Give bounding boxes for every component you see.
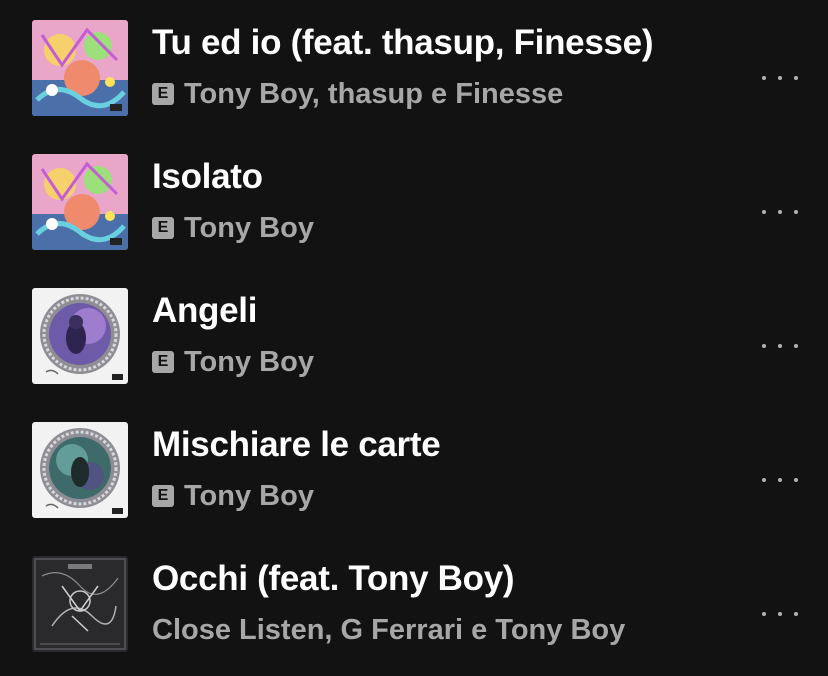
track-artists: E Tony Boy xyxy=(152,210,314,246)
dot-icon xyxy=(794,612,798,616)
dot-icon xyxy=(778,344,782,348)
track-row[interactable]: Mischiare le carte E Tony Boy xyxy=(0,422,828,542)
artist-names[interactable]: Tony Boy, thasup e Finesse xyxy=(184,76,563,112)
dot-icon xyxy=(794,76,798,80)
track-title[interactable]: Isolato xyxy=(152,154,263,200)
album-cover xyxy=(32,288,128,384)
more-options-button[interactable] xyxy=(762,68,798,88)
track-title[interactable]: Angeli xyxy=(152,288,257,334)
track-artists: E Tony Boy xyxy=(152,344,314,380)
more-options-button[interactable] xyxy=(762,202,798,222)
dot-icon xyxy=(778,478,782,482)
dot-icon xyxy=(762,612,766,616)
track-artists: E Tony Boy, thasup e Finesse xyxy=(152,76,563,112)
dot-icon xyxy=(762,76,766,80)
dot-icon xyxy=(794,210,798,214)
more-options-button[interactable] xyxy=(762,604,798,624)
artist-names[interactable]: Tony Boy xyxy=(184,344,314,380)
dot-icon xyxy=(778,612,782,616)
dot-icon xyxy=(762,210,766,214)
album-cover xyxy=(32,556,128,652)
artist-names[interactable]: Close Listen, G Ferrari e Tony Boy xyxy=(152,612,625,648)
track-artists: E Tony Boy xyxy=(152,478,314,514)
track-row[interactable]: Occhi (feat. Tony Boy) Close Listen, G F… xyxy=(0,556,828,676)
dot-icon xyxy=(794,344,798,348)
album-cover xyxy=(32,154,128,250)
more-options-button[interactable] xyxy=(762,470,798,490)
artist-names[interactable]: Tony Boy xyxy=(184,210,314,246)
track-row[interactable]: Tu ed io (feat. thasup, Finesse) E Tony … xyxy=(0,20,828,140)
track-title[interactable]: Occhi (feat. Tony Boy) xyxy=(152,556,515,602)
album-cover xyxy=(32,20,128,116)
track-list: Tu ed io (feat. thasup, Finesse) E Tony … xyxy=(0,0,828,676)
explicit-badge: E xyxy=(152,485,174,507)
explicit-badge: E xyxy=(152,351,174,373)
artist-names[interactable]: Tony Boy xyxy=(184,478,314,514)
dot-icon xyxy=(794,478,798,482)
more-options-button[interactable] xyxy=(762,336,798,356)
track-artists: Close Listen, G Ferrari e Tony Boy xyxy=(152,612,625,648)
album-cover xyxy=(32,422,128,518)
track-row[interactable]: Isolato E Tony Boy xyxy=(0,154,828,274)
dot-icon xyxy=(778,76,782,80)
dot-icon xyxy=(778,210,782,214)
dot-icon xyxy=(762,478,766,482)
track-row[interactable]: Angeli E Tony Boy xyxy=(0,288,828,408)
explicit-badge: E xyxy=(152,217,174,239)
dot-icon xyxy=(762,344,766,348)
explicit-badge: E xyxy=(152,83,174,105)
track-title[interactable]: Tu ed io (feat. thasup, Finesse) xyxy=(152,20,654,66)
track-title[interactable]: Mischiare le carte xyxy=(152,422,441,468)
